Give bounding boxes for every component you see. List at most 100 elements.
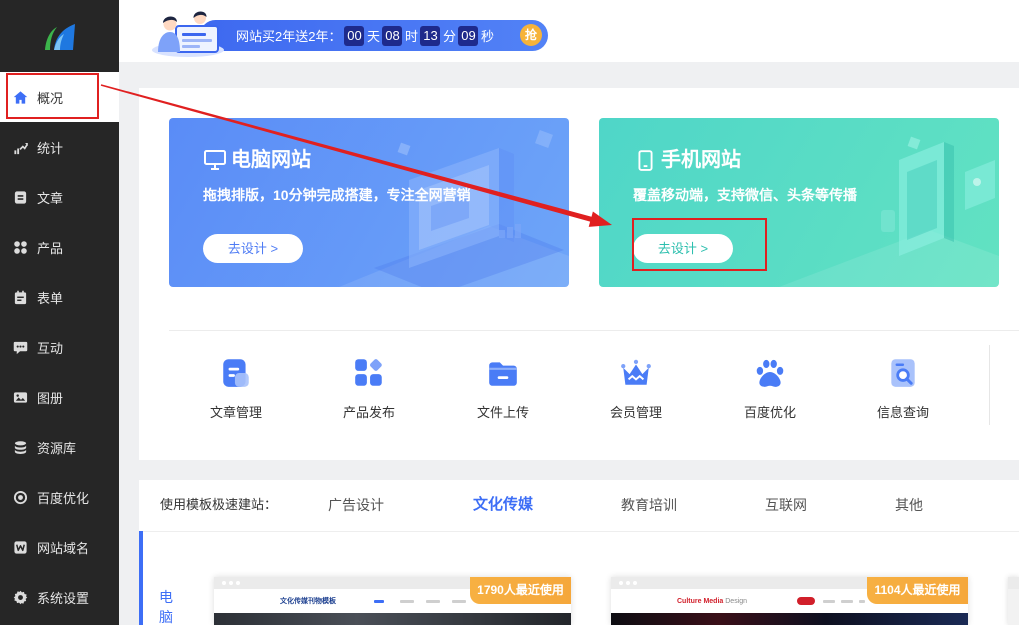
tab-other[interactable]: 其他	[859, 495, 959, 515]
mobile-website-card: 手机网站 覆盖移动端，支持微信、头条等传播 去设计 >	[599, 118, 999, 287]
promo-banner[interactable]: 网站买2年送2年： 00 天 08 时 13 分 09 秒 抢	[200, 20, 548, 51]
sidebar-item-label: 产品	[37, 240, 64, 256]
design-panel: 电脑网站 拖拽排版，10分钟完成搭建，专注全网营销 去设计 > 手机网站 覆盖移…	[139, 88, 1019, 460]
logo[interactable]	[0, 0, 119, 72]
sidebar-item-gallery[interactable]: 图册	[0, 372, 119, 422]
device-label: 电脑	[159, 589, 173, 625]
pc-card-title-row: 电脑网站	[203, 148, 311, 172]
quick-link-info-query[interactable]: 信息查询	[843, 356, 963, 426]
quick-link-label: 产品发布	[342, 405, 395, 420]
sidebar-item-label: 互动	[37, 340, 64, 356]
target-icon	[12, 489, 28, 505]
countdown-hours-unit: 时	[404, 29, 418, 44]
sidebar-item-label: 图册	[37, 390, 64, 406]
sidebar-item-baidu-seo[interactable]: 百度优化	[0, 472, 119, 522]
countdown-days: 00	[344, 25, 365, 46]
tab-ad-design[interactable]: 广告设计	[306, 495, 406, 515]
monitor-icon	[203, 150, 227, 170]
template-nav-item	[426, 600, 440, 603]
promo-text: 网站买2年送2年：	[236, 29, 342, 44]
tab-education[interactable]: 教育培训	[599, 495, 699, 515]
mobile-card-title: 手机网站	[661, 149, 741, 171]
paw-icon	[753, 356, 787, 390]
tab-culture-media[interactable]: 文化传媒	[453, 495, 553, 515]
template-nav-item	[823, 600, 835, 603]
mobile-design-button[interactable]: 去设计 >	[633, 234, 733, 263]
template-nav-item	[374, 600, 384, 603]
template-site-title: Culture Media Design	[677, 597, 747, 606]
quick-link-baidu-seo[interactable]: 百度优化	[710, 356, 830, 426]
countdown-hours: 08	[382, 25, 403, 46]
pc-design-button[interactable]: 去设计 >	[203, 234, 303, 263]
usage-badge: 1790人最近使用	[470, 577, 571, 604]
template-nav-item	[859, 600, 865, 603]
tab-internet[interactable]: 互联网	[736, 495, 836, 515]
sidebar-item-label: 资源库	[37, 440, 77, 456]
template-nav-item	[797, 597, 815, 605]
logo-icon	[44, 24, 75, 50]
crown-icon	[619, 356, 653, 390]
countdown-minutes-unit: 分	[442, 29, 456, 44]
chart-icon	[12, 139, 28, 155]
gear-icon	[12, 589, 28, 605]
quick-link-label: 文件上传	[476, 405, 529, 420]
sidebar-item-settings[interactable]: 系统设置	[0, 572, 119, 622]
template-intro: 使用模板极速建站：	[160, 497, 278, 512]
template-card[interactable]: 文化传媒刊物模板 1790人最近使用	[214, 577, 571, 625]
quick-link-file-upload[interactable]: 文件上传	[443, 356, 563, 426]
article-icon	[12, 189, 28, 205]
sidebar-item-label: 文章	[37, 190, 64, 206]
sidebar-item-resources[interactable]: 资源库	[0, 422, 119, 472]
quick-link-label: 百度优化	[743, 405, 796, 420]
template-hero-image	[1008, 589, 1019, 625]
quick-link-label: 会员管理	[609, 405, 662, 420]
template-card-partial[interactable]	[1008, 577, 1019, 625]
quick-link-product-publish[interactable]: 产品发布	[309, 356, 429, 426]
countdown-days-unit: 天	[366, 29, 380, 44]
sidebar: 概况 统计 文章 产品 表单 互动 图册 资源库 百度优化 网站域名 系统设置	[0, 0, 119, 625]
sidebar-item-overview[interactable]: 概况	[0, 72, 119, 122]
sidebar-item-label: 统计	[37, 140, 64, 156]
sidebar-item-articles[interactable]: 文章	[0, 172, 119, 222]
article-manage-icon	[219, 356, 253, 390]
usage-badge: 1104人最近使用	[867, 577, 968, 604]
sidebar-item-forms[interactable]: 表单	[0, 272, 119, 322]
countdown-seconds-unit: 秒	[480, 29, 494, 44]
home-icon	[12, 89, 28, 105]
sidebar-item-domain[interactable]: 网站域名	[0, 522, 119, 572]
grid-icon	[12, 239, 28, 255]
app-window: 概况 统计 文章 产品 表单 互动 图册 资源库 百度优化 网站域名 系统设置 …	[0, 0, 1019, 625]
folder-icon	[486, 356, 520, 390]
promo-illustration	[152, 11, 224, 57]
quick-link-member-manage[interactable]: 会员管理	[576, 356, 696, 426]
template-site-title-sub: Design	[725, 598, 748, 605]
image-icon	[12, 389, 28, 405]
template-hero-image	[611, 613, 968, 625]
sidebar-item-interaction[interactable]: 互动	[0, 322, 119, 372]
quick-link-article-manage[interactable]: 文章管理	[176, 356, 296, 426]
pc-card-title: 电脑网站	[231, 149, 311, 171]
template-nav-item	[841, 600, 853, 603]
template-panel: 使用模板极速建站： 广告设计 文化传媒 教育培训 互联网 其他 电脑 文化传媒刊…	[139, 480, 1019, 625]
grab-button[interactable]: 抢	[520, 24, 542, 46]
mobile-card-description: 覆盖移动端，支持微信、头条等传播	[633, 187, 857, 203]
sidebar-item-label: 概况	[37, 90, 64, 106]
product-publish-icon	[352, 356, 386, 390]
template-card[interactable]: Culture Media Design 1104人最近使用	[611, 577, 968, 625]
quick-link-label: 信息查询	[876, 405, 929, 420]
template-nav-item	[452, 600, 466, 603]
device-accent-bar	[139, 531, 143, 625]
domain-icon	[12, 539, 28, 555]
pc-card-description: 拖拽排版，10分钟完成搭建，专注全网营销	[203, 187, 471, 203]
template-site-title-main: Culture Media	[677, 598, 724, 605]
form-icon	[12, 289, 28, 305]
divider	[169, 330, 1019, 331]
pc-website-card: 电脑网站 拖拽排版，10分钟完成搭建，专注全网营销 去设计 >	[169, 118, 569, 287]
sidebar-item-label: 网站域名	[37, 540, 90, 556]
countdown-seconds: 09	[458, 25, 479, 46]
sidebar-item-statistics[interactable]: 统计	[0, 122, 119, 172]
vertical-divider	[989, 345, 990, 425]
database-icon	[12, 439, 28, 455]
countdown-minutes: 13	[420, 25, 441, 46]
sidebar-item-products[interactable]: 产品	[0, 222, 119, 272]
